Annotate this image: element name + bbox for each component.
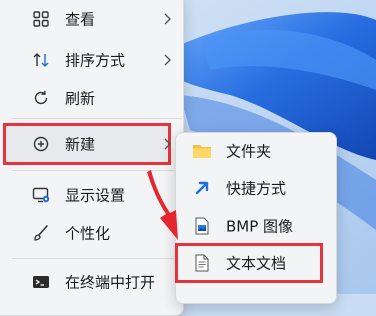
bmp-image-icon xyxy=(192,216,212,236)
annotation-arrow xyxy=(147,170,178,240)
submenu-item-label: 快捷方式 xyxy=(226,179,287,198)
menu-separator xyxy=(12,118,182,119)
chevron-right-icon xyxy=(164,54,171,66)
submenu-item-shortcut[interactable]: 快捷方式 xyxy=(176,170,334,206)
submenu-item-text-document[interactable]: 文本文档 xyxy=(176,245,334,281)
menu-item-label: 刷新 xyxy=(65,89,96,108)
terminal-icon xyxy=(31,272,51,292)
submenu-item-label: 文本文档 xyxy=(226,254,287,273)
menu-separator xyxy=(12,258,182,259)
submenu-item-folder[interactable]: 文件夹 xyxy=(176,133,334,169)
menu-item-view[interactable]: 查看 xyxy=(12,1,182,37)
menu-item-sort-by[interactable]: 排序方式 xyxy=(12,42,182,78)
menu-item-label: 新建 xyxy=(65,135,96,154)
menu-item-label: 显示设置 xyxy=(65,186,126,205)
menu-item-refresh[interactable]: 刷新 xyxy=(12,80,182,116)
menu-item-label: 个性化 xyxy=(65,224,111,243)
chevron-right-icon xyxy=(164,13,171,25)
menu-item-label: 在终端中打开 xyxy=(65,273,156,292)
sort-arrows-icon xyxy=(31,50,51,70)
display-settings-icon xyxy=(31,185,51,205)
menu-item-new[interactable]: 新建 xyxy=(12,126,182,162)
plus-circle-icon xyxy=(31,134,51,154)
menu-item-open-in-terminal[interactable]: 在终端中打开 xyxy=(12,264,182,300)
refresh-icon xyxy=(31,88,51,108)
grid-view-icon xyxy=(31,9,51,29)
menu-item-label: 查看 xyxy=(65,10,96,29)
menu-item-label: 排序方式 xyxy=(65,51,126,70)
submenu-item-label: 文件夹 xyxy=(226,142,272,161)
shortcut-icon xyxy=(192,178,212,198)
folder-icon xyxy=(192,141,212,161)
text-document-icon xyxy=(192,253,212,273)
submenu-item-label: BMP 图像 xyxy=(226,217,294,236)
submenu-item-bmp-image[interactable]: BMP 图像 xyxy=(176,208,334,244)
brush-icon xyxy=(31,223,51,243)
chevron-right-icon xyxy=(164,138,171,150)
